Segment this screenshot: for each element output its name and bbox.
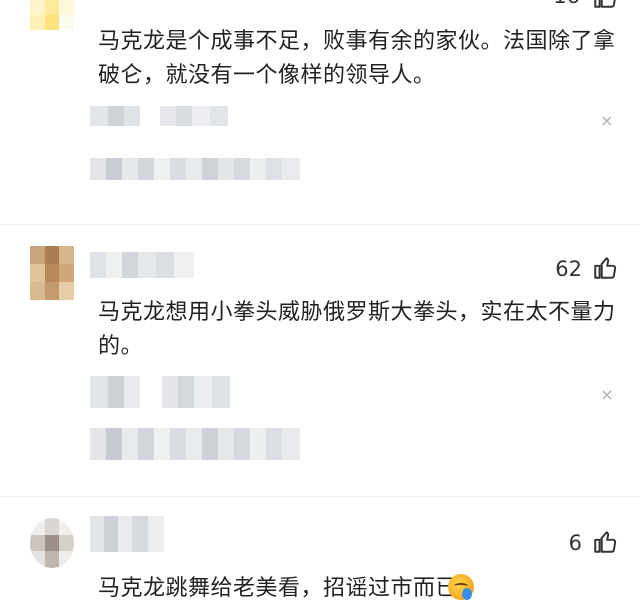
avatar[interactable] [30, 0, 74, 30]
blurred-reply-content [90, 158, 300, 180]
blurred-reply-meta [90, 106, 228, 126]
divider [0, 496, 640, 497]
like-count: 6 [568, 531, 582, 555]
thumbs-up-icon[interactable] [592, 529, 618, 555]
divider [0, 224, 640, 225]
comment-text: 马克龙是个成事不足，败事有余的家伙。法国除了拿破仑，就没有一个像样的领导人。 [98, 29, 616, 88]
like-count: 62 [555, 257, 582, 281]
thumbs-up-icon[interactable] [592, 0, 618, 10]
thumbs-up-icon[interactable] [592, 255, 618, 281]
avatar[interactable] [30, 246, 74, 300]
blurred-username [90, 252, 194, 278]
like-count: 16 [540, 0, 580, 7]
avatar[interactable] [30, 518, 74, 568]
comment-text: 马克龙跳舞给老美看，招谣过市而已 [98, 572, 498, 606]
laughing-tears-emoji-icon [448, 574, 474, 600]
blurred-reply-meta [90, 376, 230, 408]
comment-text: 马克龙想用小拳头威胁俄罗斯大拳头，实在太不量力的。 [98, 300, 616, 359]
close-icon[interactable]: × [600, 387, 614, 403]
comment-text-body: 马克龙跳舞给老美看，招谣过市而已 [98, 576, 459, 601]
blurred-reply-content [90, 428, 300, 460]
blurred-username [90, 516, 164, 552]
close-icon[interactable]: × [600, 113, 614, 129]
